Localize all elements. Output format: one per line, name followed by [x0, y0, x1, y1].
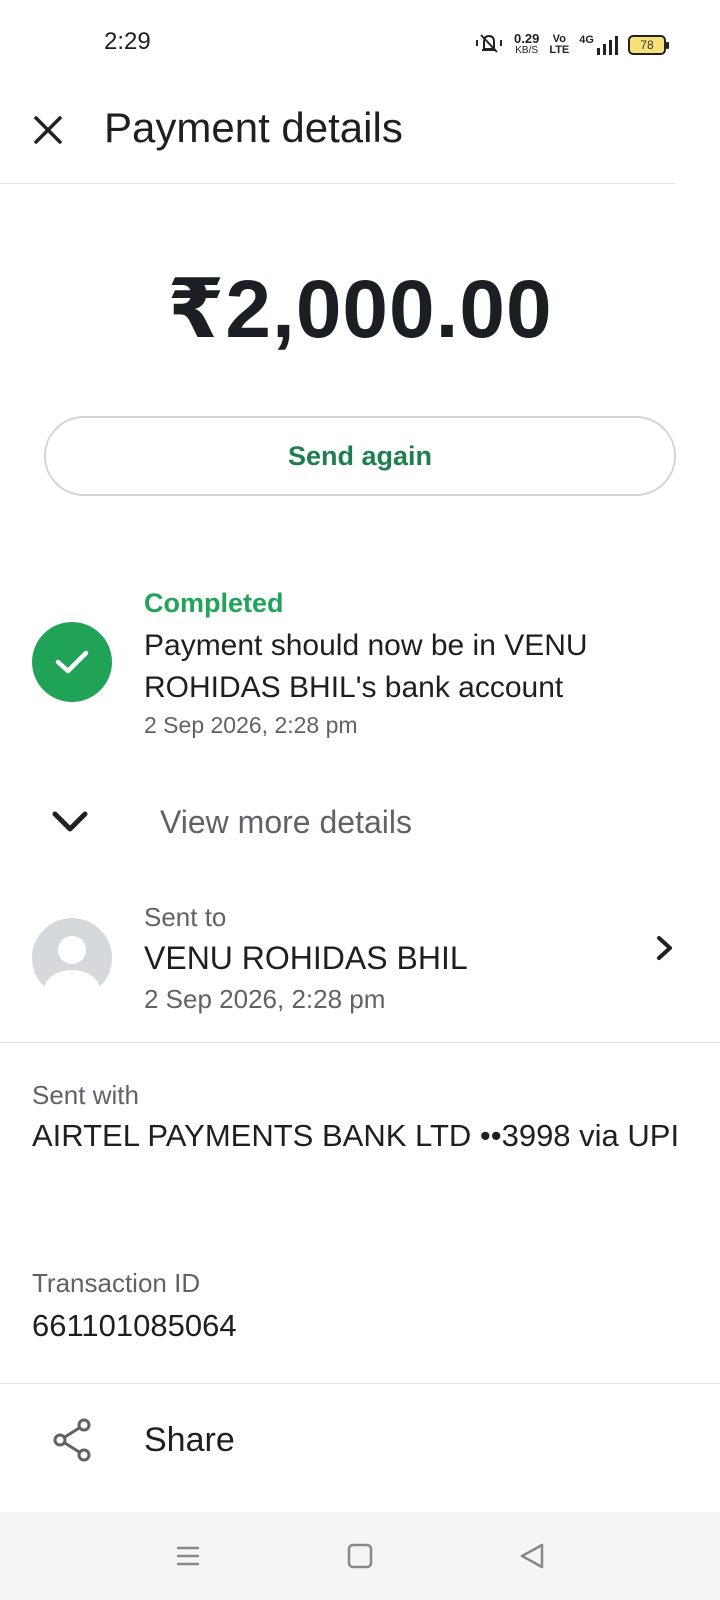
menu-button[interactable] — [168, 1538, 208, 1578]
back-triangle-icon — [518, 1542, 546, 1575]
vibrate-mute-icon — [474, 31, 504, 60]
recipient-name: VENU ROHIDAS BHIL — [144, 940, 468, 976]
home-square-icon — [346, 1542, 374, 1575]
status-time: 2:29 — [104, 28, 151, 55]
close-button[interactable] — [24, 108, 72, 156]
status-bar: 2:29 0.29 KB/S Vo LTE 4G 78 — [0, 0, 720, 90]
net-speed-unit: KB/S — [515, 45, 539, 56]
send-again-button[interactable]: Send again — [44, 416, 676, 496]
view-more-details-label: View more details — [160, 804, 412, 840]
volte-indicator: Vo LTE — [549, 34, 569, 56]
signal-icon: 4G — [579, 34, 618, 56]
recipient-timestamp: 2 Sep 2026, 2:28 pm — [144, 984, 386, 1014]
status-timestamp: 2 Sep 2026, 2:28 pm — [144, 712, 358, 738]
battery-icon: 78 — [627, 35, 669, 55]
share-button[interactable]: Share — [0, 1385, 720, 1495]
share-label: Share — [144, 1421, 235, 1459]
transaction-id-value: 661101085064 — [32, 1308, 237, 1343]
sent-to-label: Sent to — [144, 902, 227, 932]
net-speed: 0.29 KB/S — [514, 31, 540, 57]
share-icon — [50, 1417, 94, 1463]
transaction-id-label: Transaction ID — [32, 1268, 201, 1298]
net-speed-value: 0.29 — [514, 31, 540, 46]
status-title: Completed — [144, 588, 284, 618]
view-more-details-toggle[interactable]: View more details — [0, 780, 720, 866]
status-icons: 0.29 KB/S Vo LTE 4G 78 — [474, 30, 669, 60]
divider — [0, 1042, 720, 1043]
avatar — [32, 918, 112, 998]
home-button[interactable] — [340, 1538, 380, 1578]
menu-icon — [174, 1542, 202, 1575]
recipient-row[interactable]: Sent to VENU ROHIDAS BHIL 2 Sep 2026, 2:… — [0, 890, 720, 1040]
network-type: 4G — [579, 34, 594, 46]
sent-with-label: Sent with — [32, 1080, 139, 1110]
top-app-bar: Payment details — [0, 90, 675, 184]
system-nav-bar — [0, 1512, 720, 1600]
divider — [0, 1383, 720, 1384]
chevron-down-icon — [46, 802, 94, 842]
volte-bottom: LTE — [549, 44, 570, 56]
sent-with-value: AIRTEL PAYMENTS BANK LTD ••3998 via UPI — [32, 1118, 680, 1153]
payment-amount: ₹2,000.00 — [167, 264, 553, 355]
back-button[interactable] — [512, 1538, 552, 1578]
completed-check-icon — [32, 622, 112, 702]
page-title: Payment details — [104, 104, 403, 151]
close-icon — [32, 114, 64, 151]
status-message: Payment should now be in VENU ROHIDAS BH… — [144, 629, 588, 704]
chevron-right-icon — [650, 930, 680, 966]
